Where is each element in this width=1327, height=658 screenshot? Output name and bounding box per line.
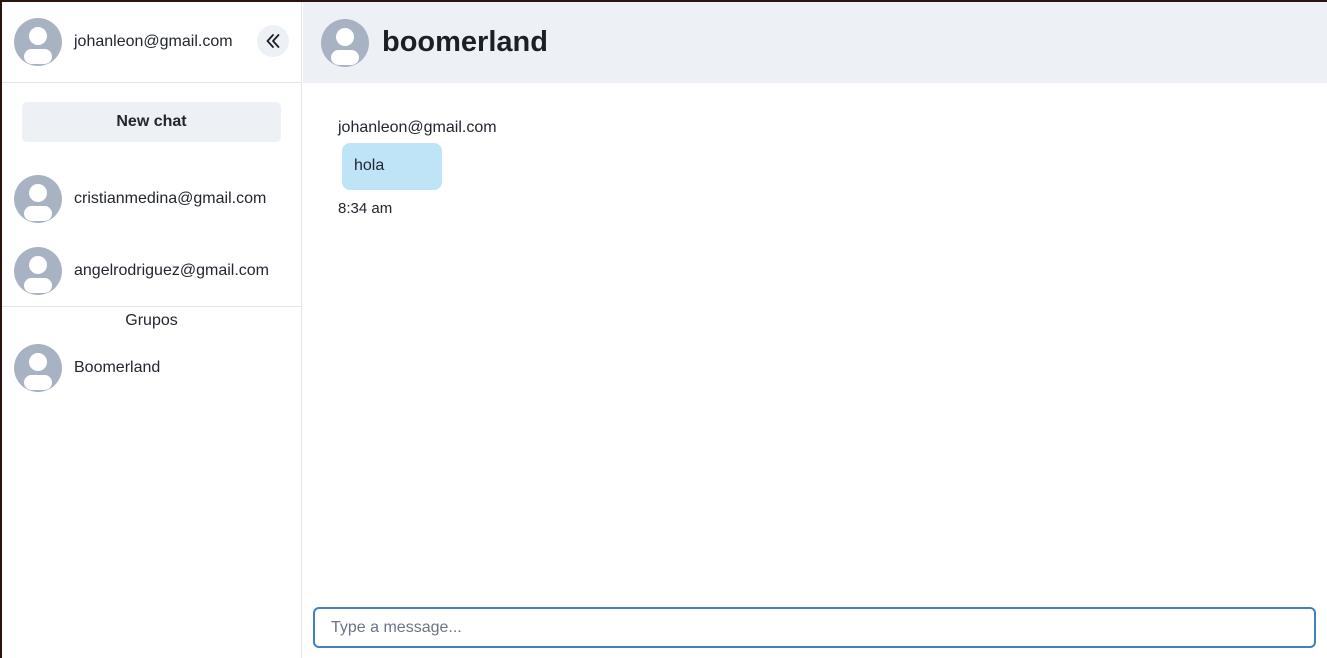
new-chat-button[interactable]: New chat — [22, 102, 281, 142]
contact-name: cristianmedina@gmail.com — [74, 190, 267, 207]
sidebar-header: johanleon@gmail.com — [2, 2, 301, 83]
user-avatar-icon — [14, 18, 62, 66]
sidebar-item-contact[interactable]: angelrodriguez@gmail.com — [14, 247, 269, 295]
current-user-email: johanleon@gmail.com — [74, 33, 233, 50]
chat-header: boomerland — [303, 2, 1327, 83]
contact-avatar-icon — [14, 175, 62, 223]
groups-section-title: Grupos — [125, 312, 178, 329]
sidebar-item-group[interactable]: Boomerland — [14, 344, 160, 392]
group-name: Boomerland — [74, 359, 161, 376]
chat-panel: boomerland johanleon@gmail.com hola 8:34… — [303, 2, 1327, 658]
message-input-container — [313, 607, 1316, 648]
message-timestamp: 8:34 am — [338, 200, 393, 217]
contact-avatar-icon — [14, 247, 62, 295]
chat-title: boomerland — [382, 26, 548, 58]
sidebar-item-contact[interactable]: cristianmedina@gmail.com — [14, 175, 266, 223]
group-avatar-icon — [14, 344, 62, 392]
contact-name: angelrodriguez@gmail.com — [74, 262, 269, 279]
message-sender: johanleon@gmail.com — [338, 119, 497, 136]
groups-divider — [2, 306, 301, 307]
message-bubble: hola — [342, 143, 442, 190]
collapse-sidebar-button[interactable] — [257, 25, 289, 57]
message-input[interactable] — [315, 609, 1314, 646]
chat-avatar-icon — [321, 18, 369, 67]
sidebar: johanleon@gmail.com New chat cristianmed… — [2, 2, 302, 658]
double-chevron-left-icon — [266, 34, 280, 48]
